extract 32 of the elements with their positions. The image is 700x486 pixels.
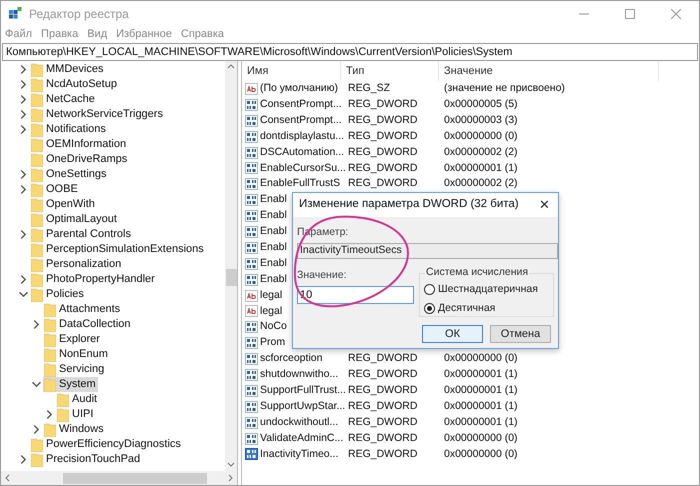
value-label: Значение: — [297, 268, 348, 283]
window-title: Редактор реестра — [29, 6, 129, 22]
dialog-title: Изменение параметра DWORD (32 бита) — [299, 197, 519, 212]
value-type: REG_DWORD — [347, 160, 418, 176]
value-data: 0x00000000 (0) — [443, 446, 518, 462]
value-data: 0x00000000 (0) — [443, 430, 518, 446]
value-type: REG_DWORD — [347, 96, 418, 112]
value-type: REG_SZ — [347, 81, 392, 96]
value-type: REG_DWORD — [347, 414, 418, 430]
value-data: 0x00000005 (5) — [443, 96, 518, 112]
value-data: 0x00000001 (1) — [443, 160, 518, 176]
value-data: (значение не присвоено) — [443, 81, 565, 96]
value-type: REG_DWORD — [347, 367, 418, 382]
value-type: REG_DWORD — [347, 446, 418, 462]
value-data: 0x00000002 (2) — [443, 176, 518, 192]
value-type: REG_DWORD — [347, 128, 418, 144]
value-data: 0x00000002 (2) — [443, 144, 518, 160]
parameter-field: InactivityTimeoutSecs — [297, 242, 558, 259]
value-type: REG_DWORD — [347, 176, 418, 192]
value-type: REG_DWORD — [347, 144, 418, 160]
value-data: 0x00000003 (3) — [443, 112, 518, 128]
value-data: 0x00000001 (1) — [443, 414, 518, 430]
value-type: REG_DWORD — [347, 398, 418, 414]
value-data: 0x00000001 (1) — [443, 398, 518, 414]
value-type: REG_DWORD — [347, 430, 418, 446]
value-data: 0x00000001 (1) — [443, 382, 518, 398]
value-type: REG_DWORD — [347, 382, 418, 398]
value-type: REG_DWORD — [347, 351, 418, 366]
value-data: 0x00000000 (0) — [443, 128, 518, 144]
value-data: 0x00000001 (1) — [443, 367, 518, 382]
value-type: REG_DWORD — [347, 112, 418, 128]
value-data: 0x00000000 (0) — [443, 351, 518, 366]
